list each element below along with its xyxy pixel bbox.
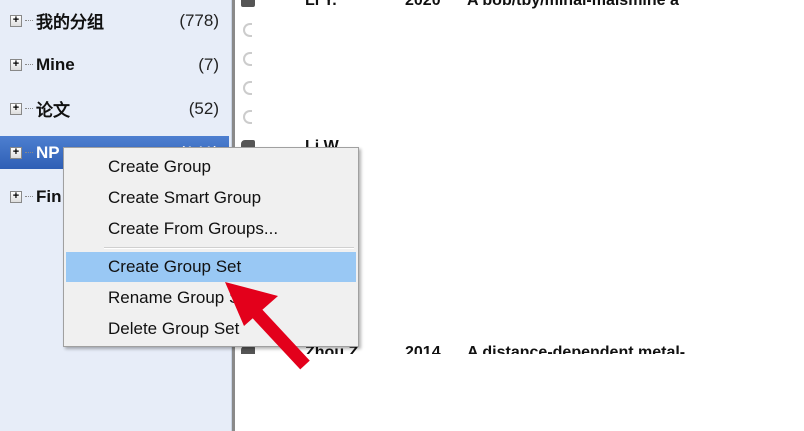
red-arrow-annotation-icon [225, 282, 310, 370]
